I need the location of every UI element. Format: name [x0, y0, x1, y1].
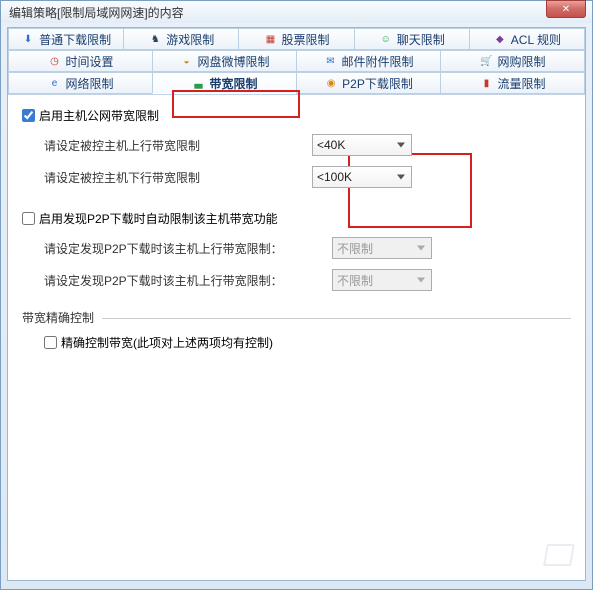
window-title: 编辑策略[限制局域网网速]的内容	[9, 4, 584, 21]
tab-time[interactable]: ◷ 时间设置	[8, 50, 152, 72]
tab-game-icon: ♞	[148, 32, 162, 46]
tab-stock-label: 股票限制	[282, 31, 330, 48]
tab-traffic-label: 流量限制	[497, 75, 545, 92]
tab-acl[interactable]: ◆ ACL 规则	[469, 28, 585, 50]
tab-bandwidth-label: 带宽限制	[209, 75, 257, 92]
tab-download-icon: ⬇	[21, 32, 35, 46]
auto-p2p-label[interactable]: 启用发现P2P下载时自动限制该主机带宽功能	[39, 210, 278, 227]
tab-p2p-icon: ◉	[324, 76, 338, 90]
enable-public-bandwidth-checkbox[interactable]	[22, 109, 35, 122]
tab-download-label: 普通下载限制	[39, 31, 111, 48]
p2p-down-combobox: 不限制	[332, 237, 432, 259]
precise-row: 精确控制带宽(此项对上述两项均有控制)	[44, 334, 571, 351]
downlink-row: 请设定被控主机下行带宽限制 <100K	[44, 166, 571, 188]
precise-checkbox[interactable]	[44, 336, 57, 349]
tab-download[interactable]: ⬇ 普通下载限制	[8, 28, 123, 50]
tab-content-bandwidth: 启用主机公网带宽限制 请设定被控主机上行带宽限制 <40K 请设定被控主机下行带…	[8, 95, 585, 559]
titlebar: 编辑策略[限制局域网网速]的内容 ✕	[1, 1, 592, 23]
tab-strip: ⬇ 普通下载限制 ♞ 游戏限制 ▦ 股票限制 ☺ 聊天限制 ◆ ACL 规则 ◷ 时间设置 ◒ 网盘微博限…	[8, 28, 585, 95]
tab-shop-label: 网购限制	[497, 53, 545, 70]
tab-chat-label: 聊天限制	[397, 31, 445, 48]
precise-section-header: 带宽精确控制	[22, 309, 571, 326]
tab-game-label: 游戏限制	[166, 31, 214, 48]
p2p-up-value: 不限制	[337, 272, 373, 289]
tab-mail-label: 邮件附件限制	[341, 53, 413, 70]
tab-stock-icon: ▦	[264, 32, 278, 46]
downlink-value: <100K	[317, 170, 352, 184]
uplink-combobox[interactable]: <40K	[312, 134, 412, 156]
tab-net[interactable]: e 网络限制	[8, 72, 152, 94]
tab-shop[interactable]: 🛒 网购限制	[440, 50, 585, 72]
enable-public-bandwidth-label[interactable]: 启用主机公网带宽限制	[39, 107, 159, 124]
tab-chat[interactable]: ☺ 聊天限制	[354, 28, 469, 50]
tab-netdisk-icon: ◒	[179, 54, 193, 68]
tab-shop-icon: 🛒	[479, 54, 493, 68]
tab-netdisk-label: 网盘微博限制	[197, 53, 269, 70]
tab-p2p-label: P2P下载限制	[342, 75, 413, 92]
tab-acl-icon: ◆	[493, 32, 507, 46]
tab-time-label: 时间设置	[65, 53, 113, 70]
uplink-label: 请设定被控主机上行带宽限制	[44, 137, 304, 154]
tab-net-label: 网络限制	[65, 75, 113, 92]
p2p-up-combobox: 不限制	[332, 269, 432, 291]
tab-game[interactable]: ♞ 游戏限制	[123, 28, 238, 50]
tab-acl-label: ACL 规则	[511, 31, 561, 48]
dialog-body: ⬇ 普通下载限制 ♞ 游戏限制 ▦ 股票限制 ☺ 聊天限制 ◆ ACL 规则 ◷ 时间设置 ◒ 网盘微博限…	[7, 27, 586, 581]
tab-time-icon: ◷	[47, 54, 61, 68]
close-button[interactable]: ✕	[546, 0, 586, 18]
tab-net-icon: e	[47, 76, 61, 90]
auto-p2p-row: 启用发现P2P下载时自动限制该主机带宽功能	[22, 210, 571, 227]
tab-stock[interactable]: ▦ 股票限制	[238, 28, 353, 50]
tab-mail[interactable]: ✉ 邮件附件限制	[296, 50, 440, 72]
auto-p2p-checkbox[interactable]	[22, 212, 35, 225]
p2p-down-row: 请设定发现P2P下载时该主机上行带宽限制： 不限制	[44, 237, 571, 259]
uplink-value: <40K	[317, 138, 345, 152]
tab-netdisk[interactable]: ◒ 网盘微博限制	[152, 50, 296, 72]
p2p-up-row: 请设定发现P2P下载时该主机上行带宽限制： 不限制	[44, 269, 571, 291]
tab-chat-icon: ☺	[379, 32, 393, 46]
watermark	[545, 544, 577, 572]
tab-mail-icon: ✉	[323, 54, 337, 68]
p2p-up-label: 请设定发现P2P下载时该主机上行带宽限制：	[44, 272, 324, 289]
tab-traffic-icon: ▮	[479, 76, 493, 90]
downlink-label: 请设定被控主机下行带宽限制	[44, 169, 304, 186]
tab-bandwidth-icon: ▃	[191, 76, 205, 90]
enable-public-bandwidth-row: 启用主机公网带宽限制	[22, 107, 571, 124]
downlink-combobox[interactable]: <100K	[312, 166, 412, 188]
dialog-window: 编辑策略[限制局域网网速]的内容 ✕ ⬇ 普通下载限制 ♞ 游戏限制 ▦ 股票限制 ☺ 聊天限…	[0, 0, 593, 590]
uplink-row: 请设定被控主机上行带宽限制 <40K	[44, 134, 571, 156]
tab-p2p[interactable]: ◉ P2P下载限制	[296, 72, 440, 94]
p2p-down-label: 请设定发现P2P下载时该主机上行带宽限制：	[44, 240, 324, 257]
watermark-icon	[543, 544, 575, 566]
precise-label[interactable]: 精确控制带宽(此项对上述两项均有控制)	[61, 334, 273, 351]
tab-bandwidth[interactable]: ▃ 带宽限制	[152, 72, 296, 94]
p2p-down-value: 不限制	[337, 240, 373, 257]
tab-traffic[interactable]: ▮ 流量限制	[440, 72, 585, 94]
